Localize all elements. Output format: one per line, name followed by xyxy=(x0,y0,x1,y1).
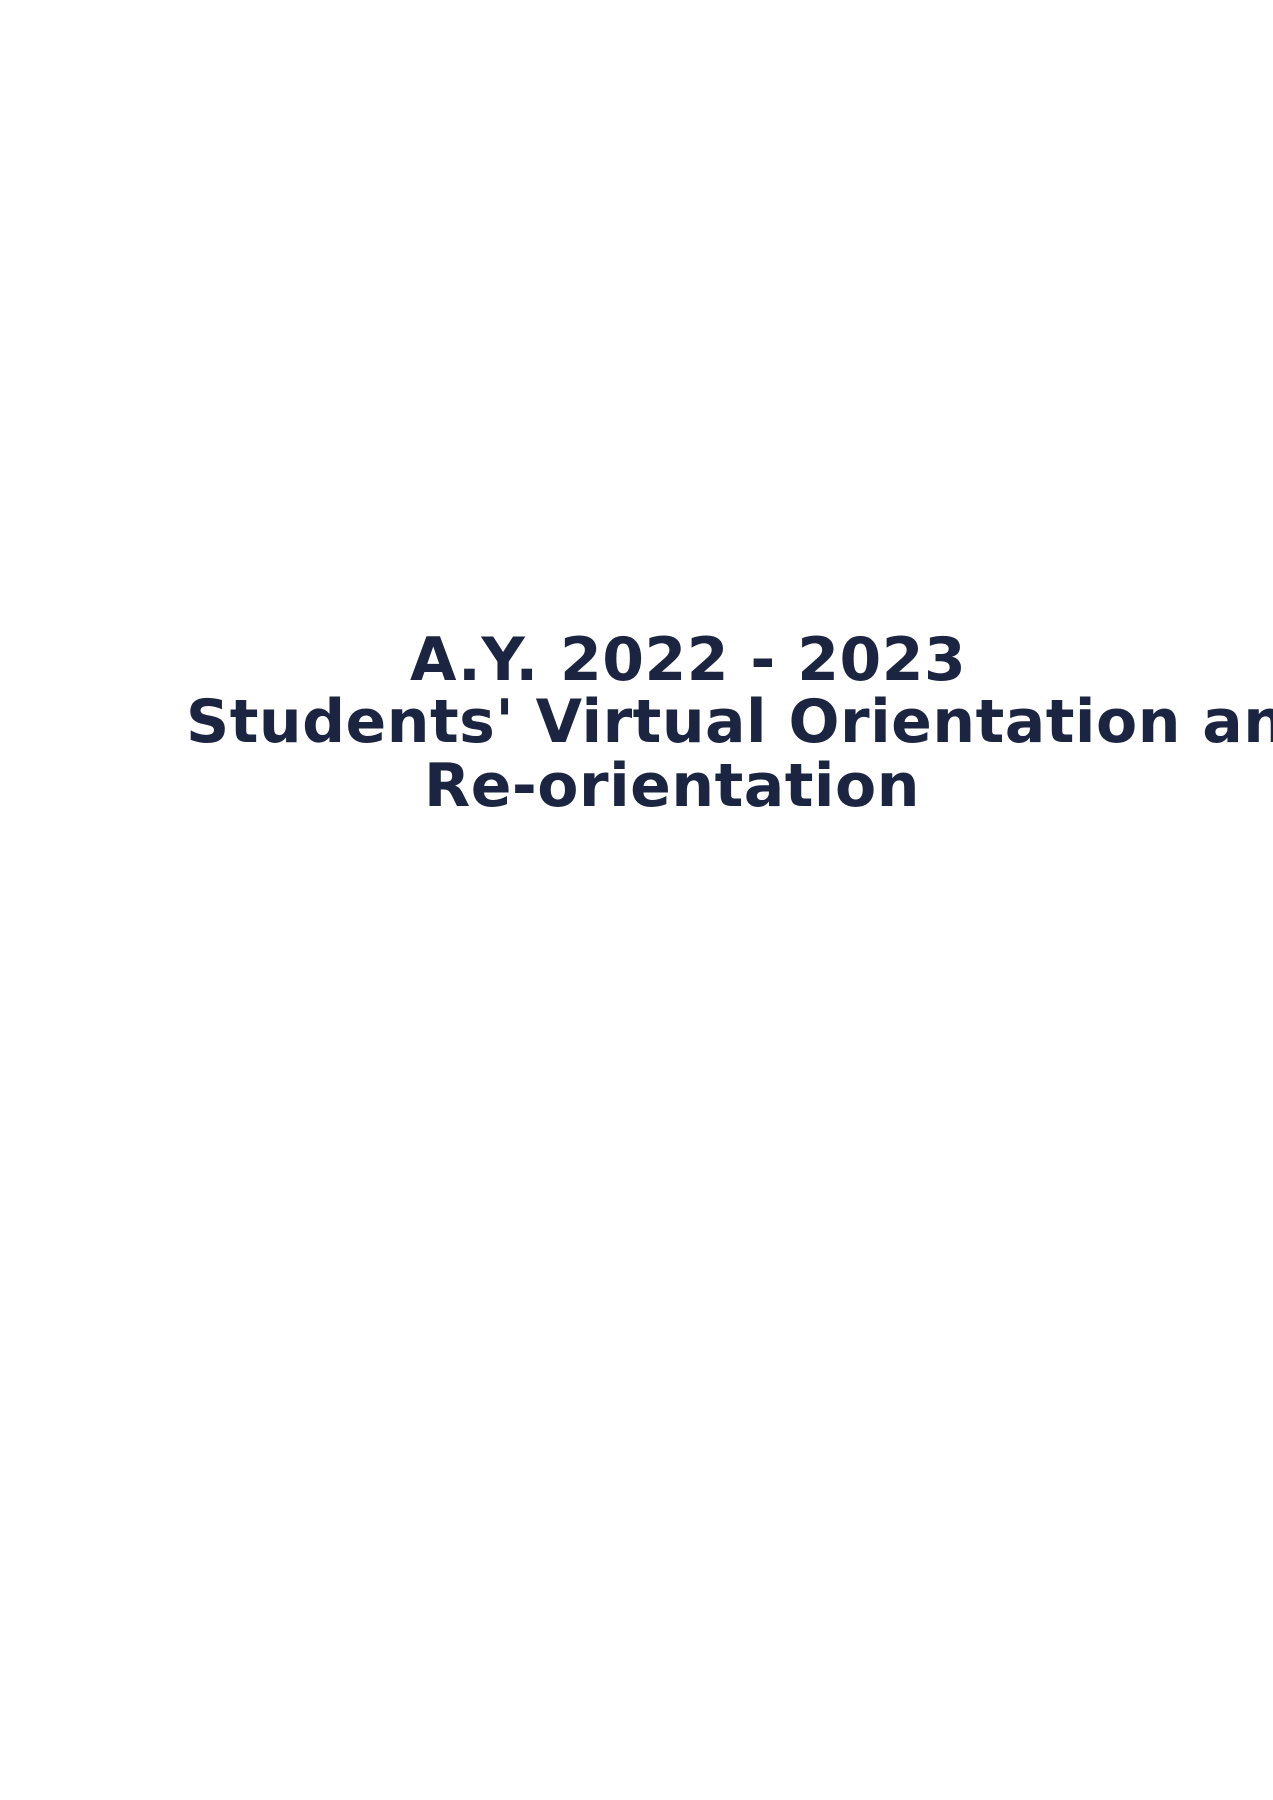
orientation-title-line: Students' Virtual Orientation and xyxy=(186,687,1273,757)
document-page: A.Y. 2022 - 2023 Students' Virtual Orien… xyxy=(0,0,1273,1800)
title-block: A.Y. 2022 - 2023 Students' Virtual Orien… xyxy=(0,0,1273,1800)
academic-year-line: A.Y. 2022 - 2023 xyxy=(410,625,967,695)
reorientation-title-line: Re-orientation xyxy=(424,751,920,821)
